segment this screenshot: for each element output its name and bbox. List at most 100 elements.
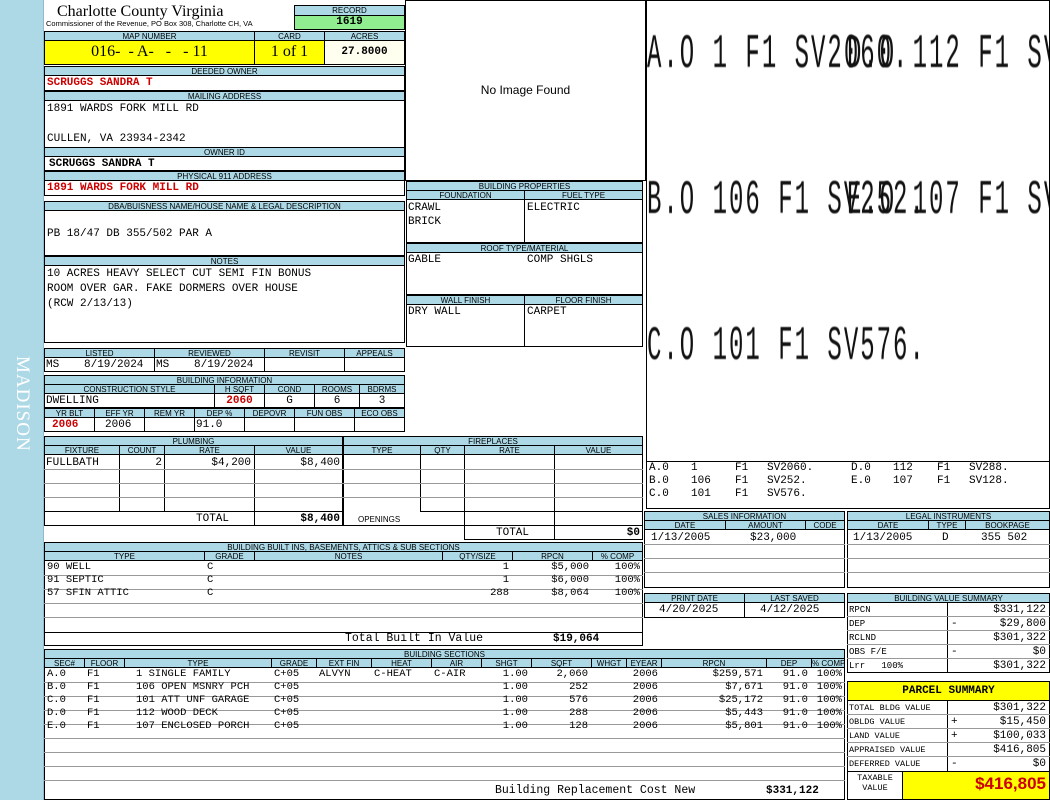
sketch-cell: F1 bbox=[735, 462, 749, 474]
builtins-total: $19,064 bbox=[553, 633, 600, 645]
section-ext-finish: ALVYN bbox=[319, 668, 351, 680]
section-sqft: 252 bbox=[569, 681, 588, 693]
section-floor: F1 bbox=[87, 720, 100, 732]
table-row: D.0 F1 112 WOOD DECK C+05 1.00 288 2006 $5,443 9… bbox=[44, 707, 845, 720]
section-section-type: 112 WOOD DECK bbox=[136, 707, 218, 719]
rooms: 6 bbox=[333, 395, 341, 407]
map-number: 016- - A- - - 11 bbox=[44, 40, 255, 65]
vs-value: $301,322 bbox=[993, 632, 1046, 644]
parcel-summary-title: PARCEL SUMMARY bbox=[847, 681, 1050, 701]
parcel-label: APPRAISED VALUE bbox=[849, 745, 926, 755]
plumbing-count: 2 bbox=[155, 457, 162, 469]
condition: G bbox=[286, 395, 293, 407]
vs-value: $29,800 bbox=[999, 618, 1046, 630]
sketch-cell: B.0 bbox=[649, 475, 669, 487]
replacement-cost-label: Building Replacement Cost New bbox=[495, 784, 696, 797]
reviewed-by: MS bbox=[156, 359, 170, 371]
builtin-rpcn: $6,000 bbox=[551, 574, 589, 586]
parcel-label: DEFERRED VALUE bbox=[849, 759, 921, 769]
section-wall-height bbox=[591, 681, 626, 694]
table-row: E.0 F1 107 ENCLOSED PORCH C+05 1.00 128 2006 $5… bbox=[44, 720, 845, 733]
section-wall-height bbox=[591, 720, 626, 733]
builtin-grade: C bbox=[207, 587, 214, 599]
builtin-comp: 100% bbox=[614, 561, 640, 573]
plumbing-total: $8,400 bbox=[300, 513, 340, 525]
builtin-notes bbox=[254, 587, 442, 600]
reviewed-date: 8/19/2024 bbox=[194, 359, 254, 371]
last-saved-date: 4/12/2025 bbox=[760, 604, 820, 616]
heated-sqft: 2060 bbox=[226, 395, 253, 407]
sketch-cell: F1 bbox=[937, 462, 951, 474]
vs-value: $301,322 bbox=[993, 660, 1046, 672]
sketch-cell: SV128. bbox=[969, 475, 1009, 487]
section-floor: F1 bbox=[87, 668, 100, 680]
section-section-id: C.0 bbox=[47, 694, 66, 706]
section-section-id: B.0 bbox=[47, 681, 66, 693]
section-story-height: 1.00 bbox=[502, 681, 528, 693]
section-air: C-AIR bbox=[434, 668, 466, 680]
builtin-type: 90 WELL bbox=[47, 561, 92, 573]
section-eff-year: 2006 bbox=[632, 668, 658, 680]
section-wall-height bbox=[591, 707, 626, 720]
builtin-rpcn: $8,064 bbox=[551, 587, 589, 599]
section-ext-finish bbox=[316, 720, 371, 733]
parcel-value: $301,322 bbox=[993, 702, 1046, 714]
vs-label: DEP bbox=[849, 619, 866, 629]
section-section-type: 1 SINGLE FAMILY bbox=[136, 668, 231, 680]
table-row: B.0 F1 106 OPEN MSNRY PCH C+05 1.00 252 2006 $7… bbox=[44, 681, 845, 694]
section-section-type: 106 OPEN MSNRY PCH bbox=[136, 681, 250, 693]
deeded-owner: SCRUGGS SANDRA T bbox=[47, 77, 153, 89]
sketch-label: C.O 101 F1 SV576. bbox=[647, 320, 926, 374]
section-rpcn: $5,443 bbox=[725, 707, 763, 719]
plumbing-fixture: FULLBATH bbox=[46, 457, 99, 469]
section-heat bbox=[371, 720, 431, 733]
parcel-label: LAND VALUE bbox=[849, 731, 901, 741]
acres-value: 27.8000 bbox=[324, 40, 405, 65]
vs-label: RPCN bbox=[849, 605, 871, 615]
builtins-table: 90 WELL C 1 $5,000 100% 91 SEPTIC C 1 $6,000 100… bbox=[44, 561, 643, 600]
legal-date: 1/13/2005 bbox=[853, 532, 913, 544]
bedrooms: 3 bbox=[378, 395, 386, 407]
roof-type: GABLE bbox=[408, 254, 442, 266]
section-heat bbox=[371, 707, 431, 720]
section-heat bbox=[371, 681, 431, 694]
section-dep: 91.0 bbox=[782, 694, 808, 706]
sketch-cell: 112 bbox=[893, 462, 913, 474]
parcel-value: $416,805 bbox=[993, 744, 1046, 756]
vs-label: RCLND bbox=[849, 633, 877, 643]
builtin-type: 57 SFIN ATTIC bbox=[47, 587, 129, 599]
notes-line: 10 ACRES HEAVY SELECT CUT SEMI FIN BONUS bbox=[47, 268, 312, 280]
section-grade: C+05 bbox=[274, 720, 300, 732]
no-image-text: No Image Found bbox=[480, 83, 571, 97]
section-section-id: A.0 bbox=[47, 668, 66, 680]
sketch-cell: SV576. bbox=[767, 488, 807, 500]
effective-year: 2006 bbox=[105, 419, 132, 431]
section-sqft: 2,060 bbox=[556, 668, 588, 680]
builtin-type: 91 SEPTIC bbox=[47, 574, 104, 586]
parcel-label: OBLDG VALUE bbox=[849, 717, 906, 727]
table-row: 57 SFIN ATTIC C 288 $8,064 100% bbox=[44, 587, 643, 600]
roof-material: COMP SHGLS bbox=[527, 254, 594, 266]
section-grade: C+05 bbox=[274, 681, 300, 693]
taxable-label: TAXABLE bbox=[857, 773, 893, 783]
legal-description: PB 18/47 DB 355/502 PAR A bbox=[47, 228, 213, 240]
section-section-id: E.0 bbox=[47, 720, 66, 732]
section-ext-finish bbox=[316, 707, 371, 720]
plumbing-value: $8,400 bbox=[300, 457, 340, 469]
section-story-height: 1.00 bbox=[502, 720, 528, 732]
section-rpcn: $25,172 bbox=[718, 694, 763, 706]
sections-table: A.0 F1 1 SINGLE FAMILY C+05 ALVYN C-HEAT C-AIR… bbox=[44, 668, 845, 733]
sketch-cell: 101 bbox=[691, 488, 711, 500]
section-story-height: 1.00 bbox=[502, 668, 528, 680]
table-row: C.0 F1 101 ATT UNF GARAGE C+05 1.00 576 2006 $2… bbox=[44, 694, 845, 707]
section-heat bbox=[371, 694, 431, 707]
section-floor: F1 bbox=[87, 694, 100, 706]
section-air bbox=[431, 681, 481, 694]
sketch-cell: 107 bbox=[893, 475, 913, 487]
builtin-notes bbox=[254, 574, 442, 587]
section-heat: C-HEAT bbox=[374, 668, 412, 680]
section-section-id: D.0 bbox=[47, 707, 66, 719]
sale-amount: $23,000 bbox=[750, 532, 797, 544]
section-wall-height bbox=[591, 668, 626, 681]
notes-line: (RCW 2/13/13) bbox=[47, 298, 133, 310]
